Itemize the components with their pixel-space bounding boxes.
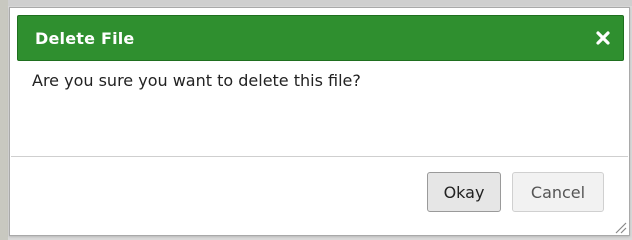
- resize-handle-icon[interactable]: [613, 219, 627, 234]
- close-icon: [596, 31, 610, 45]
- dialog-message: Are you sure you want to delete this fil…: [32, 71, 361, 90]
- delete-file-dialog: Delete File Are you sure you want to del…: [9, 7, 630, 236]
- backdrop: [0, 0, 632, 6]
- divider: [11, 156, 628, 157]
- cancel-button[interactable]: Cancel: [512, 172, 604, 212]
- okay-button[interactable]: Okay: [427, 172, 501, 212]
- dialog-titlebar[interactable]: Delete File: [17, 15, 624, 61]
- close-button[interactable]: [590, 25, 616, 51]
- backdrop-edge: [0, 0, 8, 240]
- dialog-title: Delete File: [35, 29, 135, 48]
